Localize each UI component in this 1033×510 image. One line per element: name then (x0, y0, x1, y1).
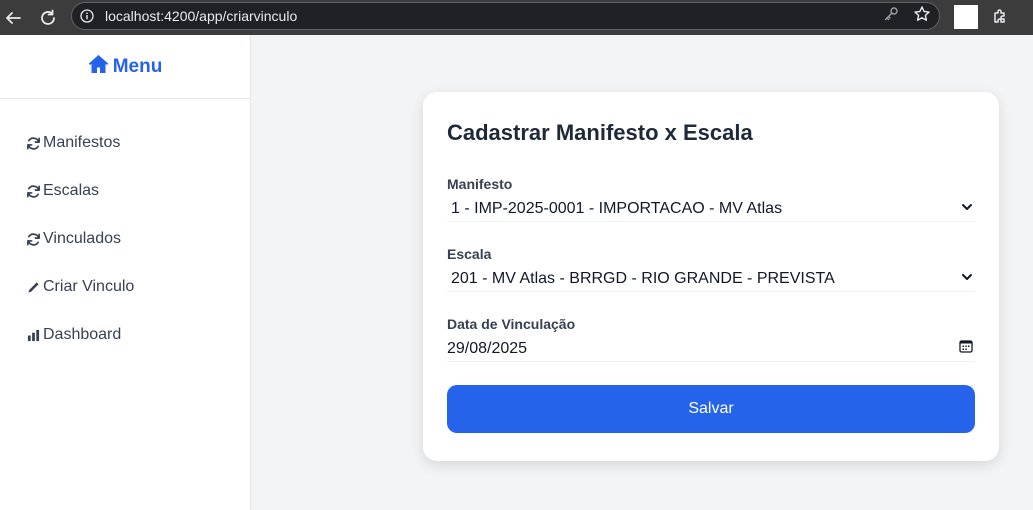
save-button[interactable]: Salvar (447, 385, 975, 433)
browser-toolbar: localhost:4200/app/criarvinculo (0, 0, 1033, 35)
sidebar-item-label: Criar Vinculo (43, 278, 135, 295)
sidebar-item-criar-vinculo[interactable]: Criar Vinculo (0, 263, 250, 311)
chevron-down-icon (961, 270, 973, 288)
star-icon[interactable] (913, 5, 931, 28)
extension-badge[interactable] (954, 5, 978, 29)
arrow-left-icon[interactable] (2, 7, 24, 29)
data-vinculacao-input[interactable]: 29/08/2025 (447, 336, 975, 362)
sidebar-item-manifestos[interactable]: Manifestos (0, 119, 250, 167)
sidebar: Menu Manifestos Escalas Vinculados Criar… (0, 35, 251, 510)
sidebar-item-label: Escalas (43, 182, 100, 199)
manifesto-label: Manifesto (447, 176, 513, 192)
date-value: 29/08/2025 (447, 339, 528, 357)
escala-select[interactable]: 201 - MV Atlas - BRRGD - RIO GRANDE - PR… (447, 266, 975, 292)
escala-selected-value: 201 - MV Atlas - BRRGD - RIO GRANDE - PR… (451, 269, 835, 287)
bar-chart-icon (25, 327, 41, 343)
refresh-icon (25, 183, 41, 199)
puzzle-icon[interactable] (990, 5, 1012, 27)
page-title: Cadastrar Manifesto x Escala (447, 120, 753, 145)
info-icon[interactable] (79, 8, 95, 24)
manifesto-select[interactable]: 1 - IMP-2025-0001 - IMPORTACAO - MV Atla… (447, 196, 975, 222)
sidebar-item-dashboard[interactable]: Dashboard (0, 311, 250, 359)
sidebar-header[interactable]: Menu (0, 35, 250, 99)
sidebar-item-vinculados[interactable]: Vinculados (0, 215, 250, 263)
data-vinculacao-label: Data de Vinculação (447, 316, 576, 332)
sidebar-item-label: Vinculados (43, 230, 121, 247)
escala-label: Escala (447, 246, 492, 262)
reload-icon[interactable] (37, 7, 59, 29)
chevron-down-icon (961, 200, 973, 218)
key-icon[interactable] (883, 6, 899, 27)
home-icon (88, 54, 109, 79)
address-bar[interactable]: localhost:4200/app/criarvinculo (71, 2, 940, 30)
escala-field: Escala 201 - MV Atlas - BRRGD - RIO GRAN… (447, 246, 975, 292)
refresh-icon (25, 135, 41, 151)
menu-title: Menu (112, 55, 163, 77)
manifesto-field: Manifesto 1 - IMP-2025-0001 - IMPORTACAO… (447, 176, 975, 222)
sidebar-item-label: Dashboard (43, 326, 122, 343)
refresh-icon (25, 231, 41, 247)
data-vinculacao-field: Data de Vinculação 29/08/2025 (447, 316, 975, 362)
manifesto-selected-value: 1 - IMP-2025-0001 - IMPORTACAO - MV Atla… (451, 199, 783, 217)
calendar-icon[interactable] (959, 339, 973, 358)
form-card: Cadastrar Manifesto x Escala Manifesto 1… (423, 92, 999, 461)
sidebar-item-escalas[interactable]: Escalas (0, 167, 250, 215)
url-text[interactable]: localhost:4200/app/criarvinculo (105, 8, 883, 24)
sidebar-nav: Manifestos Escalas Vinculados Criar Vinc… (0, 99, 250, 359)
pencil-icon (25, 279, 41, 295)
sidebar-item-label: Manifestos (43, 134, 121, 151)
